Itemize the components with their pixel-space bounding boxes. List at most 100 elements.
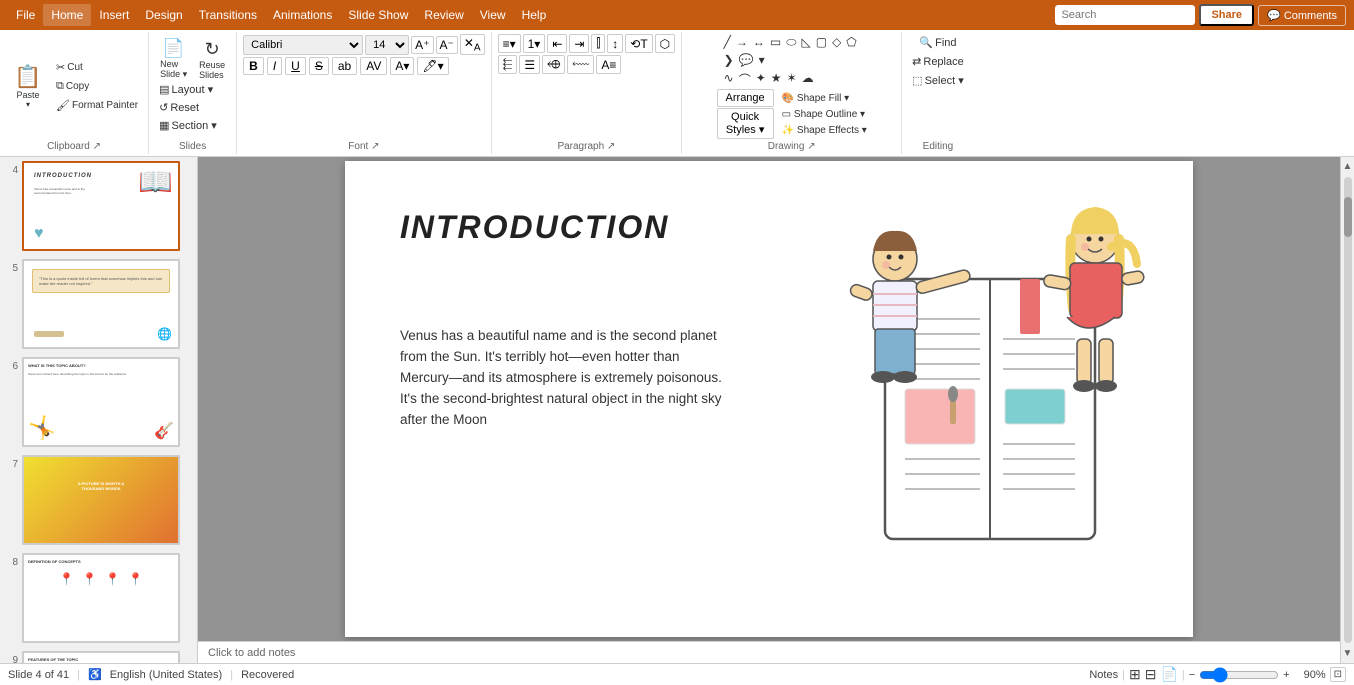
quick-styles-button[interactable]: QuickStyles ▾ xyxy=(717,108,774,139)
zoom-level[interactable]: 90% xyxy=(1294,669,1326,681)
copy-button[interactable]: ⧉Copy xyxy=(52,78,142,95)
pentagon-tool[interactable]: ⬠ xyxy=(844,34,858,51)
slide-thumb-4[interactable]: 4 INTRODUCTION Venus has a beautiful nam… xyxy=(0,157,197,255)
increase-indent-button[interactable]: ⇥ xyxy=(569,34,589,53)
star4-tool[interactable]: ✦ xyxy=(754,70,768,89)
scroll-thumb[interactable] xyxy=(1344,197,1352,237)
slide-thumb-7[interactable]: 7 A PICTURE IS WORTH ATHOUSAND WORDS xyxy=(0,451,197,549)
convert-to-smartart-button[interactable]: ⬡ xyxy=(655,34,675,53)
slide-thumb-5[interactable]: 5 "This is a quote inside full of lorem … xyxy=(0,255,197,353)
menu-item-file[interactable]: File xyxy=(8,4,43,26)
find-button[interactable]: 🔍Find xyxy=(915,34,960,51)
share-button[interactable]: Share xyxy=(1199,4,1254,26)
canvas-area[interactable]: INTRODUCTION Venus has a beautiful name … xyxy=(198,157,1340,663)
menu-item-insert[interactable]: Insert xyxy=(91,4,137,26)
cloud-tool[interactable]: ☁ xyxy=(800,70,816,89)
chevron-right-tool[interactable]: ❯ xyxy=(722,52,736,68)
more-shapes-tool[interactable]: ▾ xyxy=(757,52,767,68)
slide-thumb-9[interactable]: 9 FEATURES OF THE TOPIC xyxy=(0,647,197,663)
menu-item-help[interactable]: Help xyxy=(514,4,555,26)
select-button[interactable]: ⬚ Select ▾ xyxy=(908,72,968,89)
align-center-button[interactable]: ☰ xyxy=(519,55,540,74)
menu-item-slideshow[interactable]: Slide Show xyxy=(340,4,416,26)
slide-4-thumbnail[interactable]: INTRODUCTION Venus has a beautiful name … xyxy=(22,161,180,251)
font-size-selector[interactable]: 14 12 16 18 24 28 32 36 xyxy=(365,35,409,55)
search-input[interactable] xyxy=(1055,5,1195,25)
notes-status-button[interactable]: Notes xyxy=(1089,669,1118,681)
justify-button[interactable]: ⬳ xyxy=(567,55,594,74)
reset-button[interactable]: ↺Reset xyxy=(155,99,230,116)
shape-fill-button[interactable]: 🎨 Shape Fill ▾ xyxy=(778,91,871,106)
numbering-button[interactable]: 1▾ xyxy=(523,34,546,53)
zoom-out-button[interactable]: − xyxy=(1189,669,1195,681)
slide-5-thumbnail[interactable]: "This is a quote inside full of lorem th… xyxy=(22,259,180,349)
slide-8-thumbnail[interactable]: DEFINITION OF CONCEPTS 📍 📍 📍 📍 xyxy=(22,553,180,643)
scroll-track[interactable] xyxy=(1344,177,1352,643)
slide-title[interactable]: INTRODUCTION xyxy=(400,209,669,246)
notes-bar[interactable]: Click to add notes xyxy=(198,641,1340,663)
accessibility-icon[interactable]: ♿ xyxy=(88,668,102,681)
section-button[interactable]: ▦ Section ▾ xyxy=(155,117,230,134)
view-slide-sorter-icon[interactable]: ⊟ xyxy=(1145,666,1157,683)
slide-9-thumbnail[interactable]: FEATURES OF THE TOPIC xyxy=(22,651,180,663)
fit-slide-button[interactable]: ⊡ xyxy=(1330,667,1346,682)
slide-thumb-8[interactable]: 8 DEFINITION OF CONCEPTS 📍 📍 📍 📍 xyxy=(0,549,197,647)
menu-item-transitions[interactable]: Transitions xyxy=(191,4,265,26)
slide-6-thumbnail[interactable]: WHAT IS THIS TOPIC ABOUT? Some text cont… xyxy=(22,357,180,447)
slide-thumb-6[interactable]: 6 WHAT IS THIS TOPIC ABOUT? Some text co… xyxy=(0,353,197,451)
menu-item-design[interactable]: Design xyxy=(137,4,190,26)
layout-button[interactable]: ▤Layout ▾ xyxy=(155,81,230,98)
callout-tool[interactable]: 💬 xyxy=(737,52,756,68)
double-arrow-tool[interactable]: ↔ xyxy=(751,34,767,51)
bullets-button[interactable]: ≡▾ xyxy=(498,34,521,53)
zoom-in-button[interactable]: + xyxy=(1283,669,1289,681)
menu-item-view[interactable]: View xyxy=(472,4,514,26)
cols-button[interactable]: ⫿ xyxy=(591,34,605,53)
star6-tool[interactable]: ✶ xyxy=(785,70,799,89)
font-color-button[interactable]: A▾ xyxy=(390,57,414,75)
slide-7-thumbnail[interactable]: A PICTURE IS WORTH ATHOUSAND WORDS xyxy=(22,455,180,545)
new-slide-button[interactable]: 📄 NewSlide ▾ xyxy=(155,39,192,79)
underline-button[interactable]: U xyxy=(285,57,306,75)
align-left-button[interactable]: ⬱ xyxy=(498,55,518,74)
comments-button[interactable]: 💬 Comments xyxy=(1258,5,1346,26)
slide-body-text[interactable]: Venus has a beautiful name and is the se… xyxy=(400,326,730,431)
cut-button[interactable]: ✂Cut xyxy=(52,59,142,76)
format-painter-button[interactable]: 🖌Format Painter xyxy=(52,97,142,114)
shape-effects-button[interactable]: ✨ Shape Effects ▾ xyxy=(778,123,871,138)
menu-item-review[interactable]: Review xyxy=(416,4,471,26)
language-info[interactable]: English (United States) xyxy=(110,669,223,681)
view-normal-icon[interactable]: ⊞ xyxy=(1129,666,1141,683)
scroll-up-button[interactable]: ▲ xyxy=(1341,159,1354,174)
text-shadow-button[interactable]: A≡ xyxy=(596,55,621,74)
diamond-tool[interactable]: ◇ xyxy=(830,34,843,51)
italic-button[interactable]: I xyxy=(267,57,282,75)
star5-tool[interactable]: ★ xyxy=(769,70,784,89)
text-direction-button[interactable]: ⟲T xyxy=(625,34,652,53)
canvas-vscrollbar[interactable]: ▲ ▼ xyxy=(1340,157,1354,663)
shape-outline-button[interactable]: ▭ Shape Outline ▾ xyxy=(778,107,871,122)
replace-button[interactable]: ⇄Replace xyxy=(908,53,968,70)
rectangle-tool[interactable]: ▭ xyxy=(768,34,783,51)
line-tool[interactable]: ╱ xyxy=(722,34,733,51)
right-triangle-tool[interactable]: ◺ xyxy=(799,34,812,51)
oval-tool[interactable]: ⬭ xyxy=(784,34,798,51)
shadow-button[interactable]: ab xyxy=(332,57,357,75)
slide-panel[interactable]: 4 INTRODUCTION Venus has a beautiful nam… xyxy=(0,157,198,663)
arrange-button[interactable]: Arrange xyxy=(717,89,774,107)
line-spacing-button[interactable]: ↕ xyxy=(607,34,623,53)
char-spacing-button[interactable]: AV xyxy=(360,57,387,75)
arc-tool[interactable]: ⌒ xyxy=(737,70,753,89)
paste-button[interactable]: 📋 Paste ▾ xyxy=(6,61,50,113)
bold-button[interactable]: B xyxy=(243,57,264,75)
arrow-tool[interactable]: → xyxy=(734,34,750,51)
reuse-slides-button[interactable]: ↻ ReuseSlides xyxy=(194,39,230,79)
strikethrough-button[interactable]: S xyxy=(309,57,329,75)
font-increase-button[interactable]: A⁺ xyxy=(411,36,433,54)
scroll-down-button[interactable]: ▼ xyxy=(1341,646,1354,661)
slide-canvas[interactable]: INTRODUCTION Venus has a beautiful name … xyxy=(345,161,1193,637)
view-reading-icon[interactable]: 📄 xyxy=(1160,666,1177,683)
font-decrease-button[interactable]: A⁻ xyxy=(436,36,458,54)
decrease-indent-button[interactable]: ⇤ xyxy=(547,34,567,53)
menu-item-home[interactable]: Home xyxy=(43,4,91,26)
